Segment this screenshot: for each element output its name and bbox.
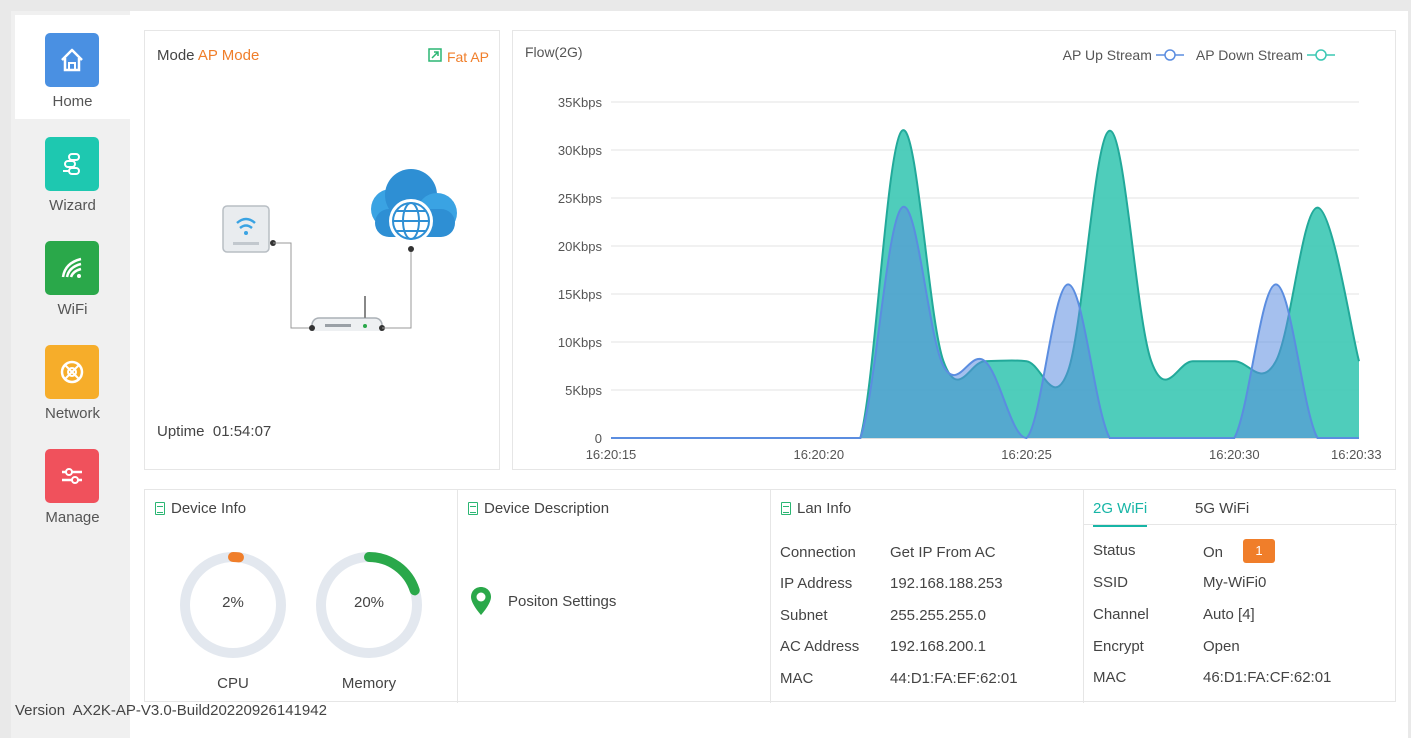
document-icon: [781, 502, 791, 515]
cpu-label: CPU: [217, 675, 249, 692]
section-title-label: Lan Info: [797, 500, 852, 517]
x-tick-label: 16:20:33: [1331, 447, 1382, 462]
position-settings-label: Positon Settings: [508, 592, 617, 610]
network-icon: [45, 345, 99, 399]
wifi-value-ssid: My-WiFi0: [1203, 574, 1267, 591]
series-area-down: [611, 206, 1359, 438]
section-title-label: Device Description: [484, 500, 610, 517]
sidebar-item-label: Home: [52, 93, 93, 110]
tab-5g-wifi[interactable]: 5G WiFi: [1195, 500, 1249, 525]
wifi-status-value: On: [1203, 544, 1224, 561]
mode-title: Mode AP Mode: [157, 47, 259, 64]
flow-chart: 0 5Kbps 10Kbps 15Kbps 20Kbps 25Kbps 30Kbps 35Kb…: [558, 95, 1382, 462]
sidebar-item-home[interactable]: Home: [15, 15, 130, 119]
lan-value-ac-address: 192.168.200.1: [890, 638, 986, 655]
wifi-key-encrypt: Encrypt: [1093, 638, 1144, 655]
firmware-version: Version AX2K-AP-V3.0-Build20220926141942: [15, 702, 327, 719]
client-count-badge[interactable]: 1: [1243, 539, 1276, 563]
device-description-title: Device Description: [468, 500, 609, 517]
wifi-key-ssid: SSID: [1093, 574, 1129, 591]
wifi-icon: [45, 241, 99, 295]
device-description-panel: Device Description Positon Settings: [458, 490, 771, 703]
wifi-status: On 1: [1203, 539, 1276, 563]
version-value: AX2K-AP-V3.0-Build20220926141942: [72, 702, 327, 719]
topology-diagram: [222, 169, 457, 331]
document-icon: [468, 502, 478, 515]
fat-ap-label: Fat AP: [446, 48, 489, 65]
location-pin-icon: [471, 587, 491, 615]
cloud-globe-icon: [371, 169, 457, 243]
lan-key-subnet: Subnet: [780, 607, 828, 624]
sidebar-item-manage[interactable]: Manage: [15, 431, 130, 535]
y-tick-label: 15Kbps: [558, 287, 603, 302]
y-tick-label: 25Kbps: [558, 191, 603, 206]
lan-info-panel: Lan Info Connection Get IP From AC IP Ad…: [771, 490, 1084, 703]
router-icon: [311, 296, 383, 331]
wifi-key-mac: MAC: [1093, 669, 1127, 686]
memory-label: Memory: [341, 675, 397, 692]
sidebar-item-label: WiFi: [57, 301, 88, 318]
y-tick-label: 20Kbps: [558, 239, 603, 254]
cpu-value: 2%: [222, 594, 244, 611]
x-tick-label: 16:20:25: [1001, 447, 1052, 462]
lan-value-mac: 44:D1:FA:EF:62:01: [890, 670, 1018, 687]
uptime-label: Uptime: [157, 423, 205, 440]
y-tick-label: 30Kbps: [558, 143, 603, 158]
info-row: Device Info 2% 20% CPU Memory Device Des…: [144, 489, 1397, 703]
main-content: Mode AP Mode Fat AP Uptime 01:54:07 Flow…: [130, 11, 1408, 738]
sidebar: Home Wizard WiFi Network Manage: [11, 11, 130, 738]
x-tick-label: 16:20:20: [793, 447, 844, 462]
wifi-value-encrypt: Open: [1203, 638, 1240, 655]
wifi-key-status: Status: [1093, 542, 1136, 559]
uptime-value: 01:54:07: [212, 423, 272, 440]
sidebar-item-wifi[interactable]: WiFi: [15, 223, 130, 327]
sidebar-item-wizard[interactable]: Wizard: [15, 119, 130, 223]
lan-key-mac: MAC: [780, 670, 814, 687]
lan-value-connection: Get IP From AC: [890, 544, 996, 561]
lan-info-title: Lan Info: [781, 500, 851, 517]
lan-key-ip: IP Address: [780, 575, 853, 592]
wifi-value-channel: Auto [4]: [1203, 606, 1255, 623]
wifi-value-mac: 46:D1:FA:CF:62:01: [1203, 669, 1332, 686]
mode-label: Mode: [157, 47, 195, 64]
memory-value: 20%: [353, 594, 385, 611]
device-info-panel: Device Info 2% 20% CPU Memory: [145, 490, 458, 703]
sidebar-item-label: Manage: [45, 509, 100, 526]
sidebar-item-network[interactable]: Network: [15, 327, 130, 431]
position-settings-link[interactable]: Positon Settings: [470, 586, 616, 616]
y-tick-label: 0: [595, 431, 602, 446]
mode-value: AP Mode: [197, 47, 260, 64]
sidebar-item-label: Network: [44, 405, 100, 422]
wizard-icon: [45, 137, 99, 191]
y-tick-label: 5Kbps: [565, 383, 602, 398]
manage-icon: [45, 449, 99, 503]
sidebar-item-label: Wizard: [49, 197, 96, 214]
x-tick-label: 16:20:15: [586, 447, 637, 462]
tab-2g-wifi[interactable]: 2G WiFi: [1093, 500, 1148, 527]
version-label: Version: [15, 702, 66, 719]
uptime: Uptime 01:54:07: [157, 423, 271, 440]
wifi-panel: 2G WiFi 5G WiFi Status On 1 SSID My-WiFi…: [1084, 490, 1397, 703]
lan-value-subnet: 255.255.255.0: [890, 607, 986, 624]
ap-device-icon: [222, 205, 270, 253]
device-info-title: Device Info: [155, 500, 246, 517]
home-icon: [45, 33, 99, 87]
y-tick-label: 10Kbps: [558, 335, 603, 350]
y-tick-label: 35Kbps: [558, 95, 603, 110]
lan-value-ip: 192.168.188.253: [890, 575, 1003, 592]
external-link-icon: [427, 47, 443, 66]
lan-key-ac-address: AC Address: [780, 638, 860, 655]
lan-key-connection: Connection: [780, 544, 856, 561]
fat-ap-switch[interactable]: Fat AP: [427, 47, 489, 66]
wifi-key-channel: Channel: [1093, 606, 1149, 623]
flow-panel: Flow(2G) AP Up Stream AP Down Stream 0 5K…: [512, 30, 1396, 470]
mode-panel: Mode AP Mode Fat AP Uptime 01:54:07: [144, 30, 500, 470]
x-tick-label: 16:20:30: [1209, 447, 1260, 462]
section-title-label: Device Info: [171, 500, 247, 517]
document-icon: [155, 502, 165, 515]
